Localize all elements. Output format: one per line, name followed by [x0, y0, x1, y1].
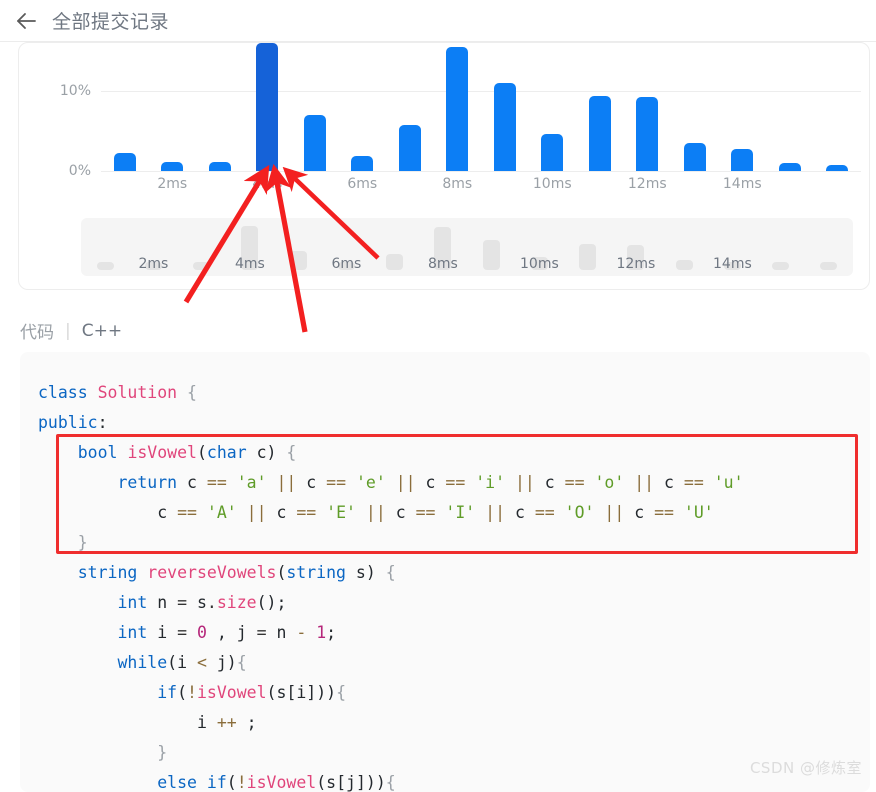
x-axis-tick-label: 12ms — [627, 176, 667, 192]
page-title: 全部提交记录 — [52, 11, 170, 33]
chart-bar[interactable] — [826, 164, 849, 171]
minimap-bar — [579, 244, 597, 270]
chart-bar[interactable] — [398, 124, 421, 171]
x-axis-tick-label: 10ms — [532, 176, 572, 192]
x-axis-tick-label: 2ms — [157, 176, 188, 192]
y-axis-tick-label: 0% — [68, 163, 91, 179]
minimap-tick-label: 6ms — [331, 256, 362, 272]
minimap-bar — [96, 262, 114, 270]
chart-bar[interactable] — [303, 115, 326, 171]
chart-bar[interactable] — [446, 47, 469, 171]
x-axis-tick-label: 4ms — [252, 176, 283, 192]
minimap-tick-label: 2ms — [138, 256, 169, 272]
chart-bar[interactable] — [208, 162, 231, 171]
page-root: 全部提交记录 10% 0% 2ms 4ms 6ms 8ms 10ms 12ms 14ms 2m… — [0, 0, 876, 792]
minimap-tick-label: 8ms — [427, 256, 458, 272]
minimap-bar — [820, 262, 838, 270]
page-header: 全部提交记录 — [0, 0, 876, 42]
minimap-tick-label: 12ms — [616, 256, 656, 272]
minimap-bar — [675, 260, 693, 270]
bar-chart-plot: 10% 0% 2ms 4ms 6ms 8ms 10ms 12ms 14ms — [19, 43, 869, 193]
minimap-tick-label: 10ms — [520, 256, 559, 272]
chart-bar[interactable] — [493, 83, 516, 171]
submission-distribution-chart-card: 10% 0% 2ms 4ms 6ms 8ms 10ms 12ms 14ms 2ms 4ms 6ms… — [18, 42, 870, 290]
code-header-separator: | — [65, 320, 71, 341]
chart-bar[interactable] — [113, 153, 136, 171]
chart-bar[interactable] — [778, 163, 801, 171]
gridline — [101, 171, 861, 172]
chart-bar[interactable] — [541, 134, 564, 171]
minimap-bar — [193, 262, 211, 270]
code-language-label: C++ — [81, 320, 123, 341]
chart-minimap-scrollbar[interactable]: 2ms 4ms 6ms 8ms 10ms 12ms 14ms — [81, 218, 853, 276]
chart-bar[interactable] — [731, 149, 754, 171]
y-axis-tick-label: 10% — [59, 83, 91, 99]
minimap-bar — [289, 250, 307, 270]
x-axis-tick-label: 8ms — [442, 176, 473, 192]
chart-bar[interactable] — [683, 143, 706, 171]
minimap-bar — [386, 254, 404, 270]
minimap-bar — [482, 239, 500, 270]
watermark: CSDN @修炼室 — [749, 759, 862, 777]
chart-bars — [101, 43, 861, 171]
x-axis-tick-label: 6ms — [347, 176, 378, 192]
minimap-tick-label: 4ms — [234, 256, 265, 272]
code-section-header: 代码 | C++ — [20, 318, 123, 344]
chart-bar[interactable] — [588, 95, 611, 171]
chart-bar-highlighted[interactable] — [256, 43, 279, 171]
chart-bar[interactable] — [636, 97, 659, 171]
x-axis-tick-label: 14ms — [722, 176, 762, 192]
minimap-bar — [772, 262, 790, 270]
code-block[interactable]: class Solution { public: bool isVowel(ch… — [20, 352, 870, 792]
arrow-left-icon[interactable] — [14, 9, 38, 33]
chart-bar[interactable] — [161, 162, 184, 171]
chart-bar[interactable] — [351, 155, 374, 171]
minimap-tick-label: 14ms — [713, 256, 752, 272]
code-label: 代码 — [20, 323, 54, 343]
code-content: class Solution { public: bool isVowel(ch… — [38, 383, 744, 792]
